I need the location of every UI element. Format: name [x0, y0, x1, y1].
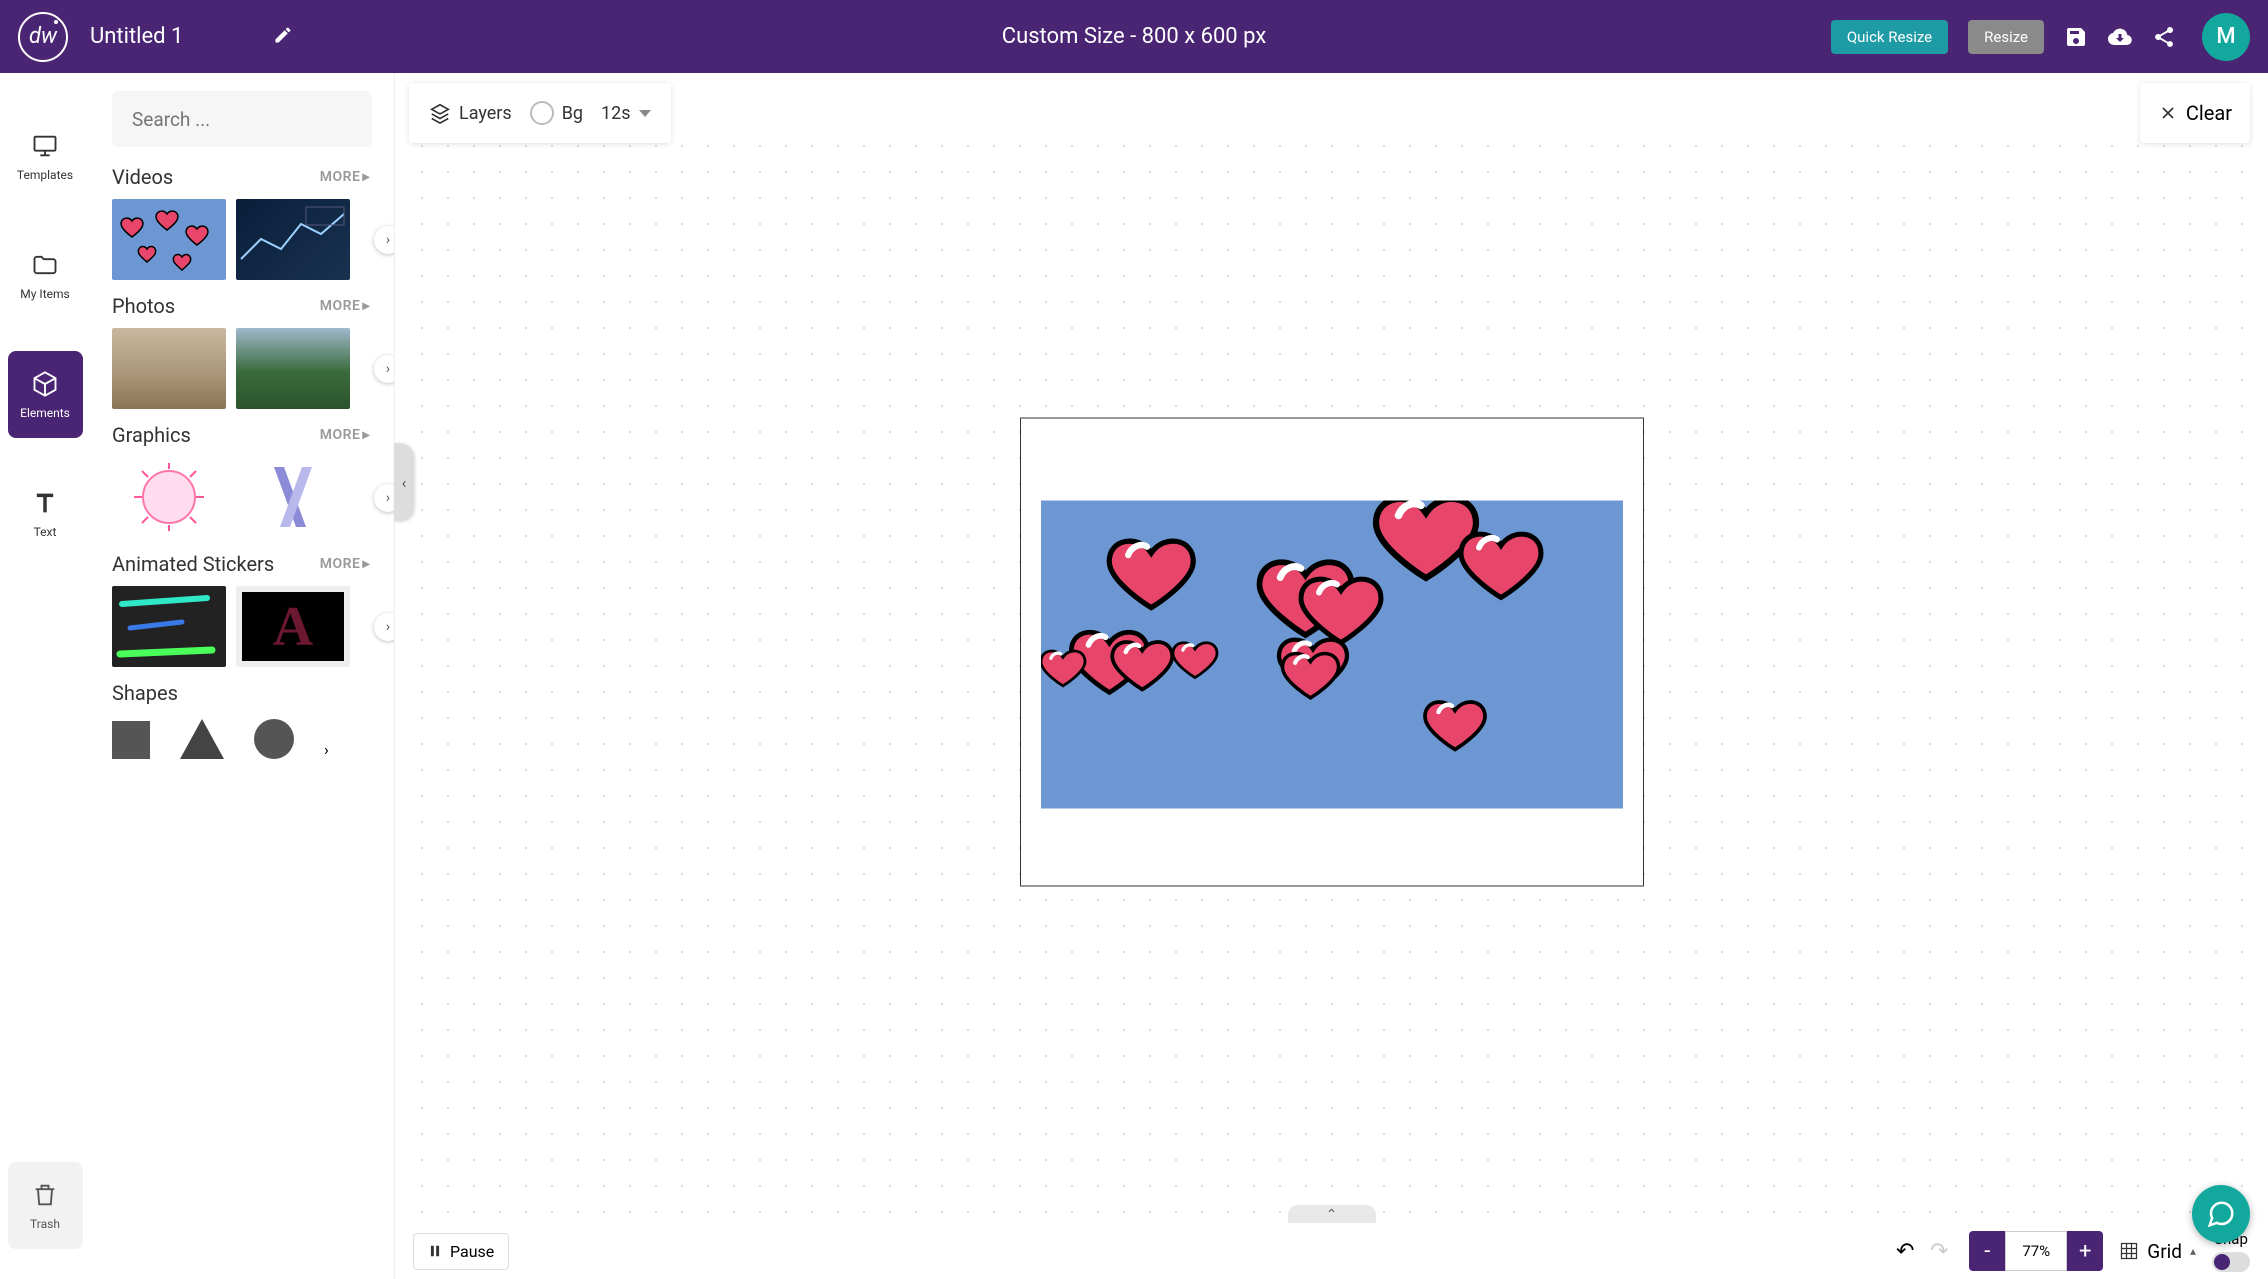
- ribbon-mini: [112, 457, 226, 538]
- document-title[interactable]: Untitled 1: [90, 24, 183, 49]
- shape-square[interactable]: [112, 721, 150, 759]
- pause-icon: [428, 1244, 442, 1258]
- avatar-initial: M: [2216, 24, 2235, 49]
- grid-toggle[interactable]: Grid ▴: [2119, 1240, 2196, 1263]
- zoom-in-button[interactable]: +: [2067, 1231, 2103, 1271]
- thumb-hearts-video[interactable]: [112, 199, 226, 280]
- thumb-letter-sticker[interactable]: A: [236, 586, 350, 667]
- thumb-hands-photo[interactable]: [112, 328, 226, 409]
- nav-label: Templates: [17, 168, 73, 182]
- monitor-icon: [31, 132, 59, 160]
- nav-label: Trash: [30, 1217, 60, 1231]
- search-input[interactable]: [112, 91, 372, 147]
- save-icon[interactable]: [2064, 25, 2088, 49]
- duration-dropdown[interactable]: 12s: [601, 103, 651, 124]
- more-link[interactable]: MORE ▸: [320, 427, 370, 443]
- more-link[interactable]: MORE ▸: [320, 169, 370, 185]
- app-header: dw Untitled 1 Custom Size - 800 x 600 px…: [0, 0, 2268, 73]
- scroll-right-icon[interactable]: ›: [374, 355, 395, 383]
- logo[interactable]: dw: [18, 12, 68, 62]
- trash-icon: [31, 1181, 59, 1209]
- more-link[interactable]: MORE ▸: [320, 298, 370, 314]
- chat-fab[interactable]: [2192, 1185, 2250, 1243]
- section-title: Videos: [112, 165, 173, 189]
- canvas-area: ‹ Layers Bg 12s Clear: [395, 73, 2268, 1279]
- bg-color-swatch: [530, 101, 554, 125]
- thumb-neon-sticker[interactable]: [112, 586, 226, 667]
- close-icon: [2158, 103, 2178, 123]
- canvas-toolbar: Layers Bg 12s: [409, 83, 671, 143]
- nav-text[interactable]: Text: [8, 470, 83, 557]
- section-title: Shapes: [112, 681, 178, 705]
- quick-resize-button[interactable]: Quick Resize: [1831, 20, 1948, 54]
- chat-icon: [2206, 1199, 2236, 1229]
- shape-circle[interactable]: [254, 719, 294, 759]
- section-videos: VideosMORE ▸ ›: [112, 165, 384, 280]
- zoom-value[interactable]: 77%: [2005, 1231, 2067, 1271]
- redo-button[interactable]: ↷: [1925, 1237, 1953, 1265]
- background-picker[interactable]: Bg: [530, 101, 583, 125]
- thumb-ribbon-graphic[interactable]: [112, 457, 226, 538]
- section-photos: PhotosMORE ▸ ›: [112, 294, 384, 409]
- section-title: Photos: [112, 294, 175, 318]
- thumb-stadium-photo[interactable]: [236, 328, 350, 409]
- nav-my-items[interactable]: My Items: [8, 232, 83, 319]
- nav-label: Elements: [20, 406, 70, 420]
- clear-button[interactable]: Clear: [2140, 83, 2250, 143]
- artboard[interactable]: [1020, 417, 1644, 886]
- section-graphics: GraphicsMORE ▸ ›: [112, 423, 384, 538]
- hearts-render: [1041, 500, 1623, 808]
- timeline-expand-handle[interactable]: [1288, 1205, 1376, 1225]
- section-shapes: Shapes ›: [112, 681, 384, 759]
- folder-icon: [31, 251, 59, 279]
- scroll-right-icon[interactable]: ›: [324, 740, 329, 759]
- nav-label: Text: [34, 525, 57, 539]
- chevron-up-icon: ▴: [2190, 1244, 2196, 1258]
- chevron-down-icon: [639, 110, 651, 117]
- shape-triangle[interactable]: [180, 719, 224, 759]
- nav-trash[interactable]: Trash: [8, 1162, 83, 1249]
- text-icon: [31, 489, 59, 517]
- cube-icon: [31, 370, 59, 398]
- neon-mini: [112, 586, 226, 667]
- grid-icon: [2119, 1241, 2139, 1261]
- x-ribbon-mini: [236, 457, 350, 538]
- hearts-mini: [112, 199, 226, 280]
- undo-button[interactable]: ↶: [1891, 1237, 1919, 1265]
- thumb-x-graphic[interactable]: [236, 457, 350, 538]
- section-stickers: Animated StickersMORE ▸ A ›: [112, 552, 384, 667]
- canvas-size-label[interactable]: Custom Size - 800 x 600 px: [1002, 24, 1266, 49]
- elements-panel: Videos MORE ▸ ›: [90, 73, 395, 1279]
- bottom-bar: Pause ↶ ↷ - 77% + Grid ▴ Snap: [395, 1223, 2268, 1279]
- user-avatar[interactable]: M: [2202, 13, 2250, 61]
- layers-icon: [429, 102, 451, 124]
- layers-button[interactable]: Layers: [429, 102, 512, 124]
- chart-mini: [236, 199, 350, 280]
- nav-elements[interactable]: Elements: [8, 351, 83, 438]
- nav-rail: Templates My Items Elements Text Trash: [0, 73, 90, 1279]
- nav-trash-wrap: Trash: [8, 1162, 83, 1249]
- placed-video-hearts[interactable]: [1041, 500, 1623, 808]
- resize-button[interactable]: Resize: [1968, 20, 2044, 54]
- pause-button[interactable]: Pause: [413, 1233, 509, 1270]
- scroll-right-icon[interactable]: ›: [374, 613, 395, 641]
- scroll-right-icon[interactable]: ›: [374, 484, 395, 512]
- thumb-chart-video[interactable]: [236, 199, 350, 280]
- section-title: Animated Stickers: [112, 552, 274, 576]
- header-actions: Quick Resize Resize M: [1831, 13, 2250, 61]
- nav-templates[interactable]: Templates: [8, 113, 83, 200]
- cloud-download-icon[interactable]: [2108, 25, 2132, 49]
- logo-text: dw: [29, 24, 57, 49]
- undo-redo-group: ↶ ↷: [1891, 1237, 1953, 1265]
- scroll-right-icon[interactable]: ›: [374, 226, 395, 254]
- pencil-icon[interactable]: [273, 25, 293, 49]
- share-icon[interactable]: [2152, 25, 2176, 49]
- nav-label: My Items: [20, 287, 69, 301]
- more-link[interactable]: MORE ▸: [320, 556, 370, 572]
- snap-toggle[interactable]: [2212, 1252, 2250, 1272]
- zoom-controls: - 77% +: [1969, 1231, 2103, 1271]
- section-title: Graphics: [112, 423, 191, 447]
- zoom-out-button[interactable]: -: [1969, 1231, 2005, 1271]
